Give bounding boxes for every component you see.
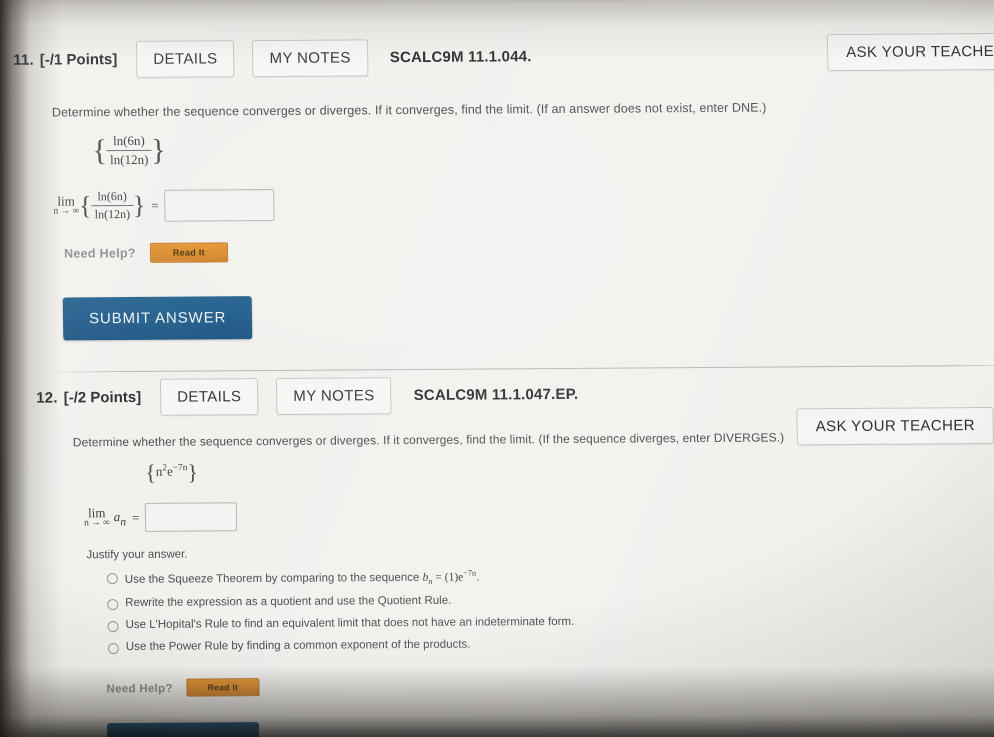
expression-e-exponent: −7n: [172, 463, 188, 474]
equals-sign: =: [151, 197, 159, 213]
screen-photo: 11. [-/1 Points] DETAILS MY NOTES SCALC9…: [0, 0, 994, 737]
need-help-label: Need Help?: [63, 246, 136, 261]
option-squeeze-theorem[interactable]: Use the Squeeze Theorem by comparing to …: [106, 568, 574, 588]
question-11-need-help-row: Need Help? Read It: [63, 242, 229, 263]
fraction: ln(6n) ln(12n): [106, 132, 152, 169]
question-11-details-button[interactable]: DETAILS: [136, 40, 235, 78]
question-12-ask-your-teacher-button[interactable]: ASK YOUR TEACHER: [796, 406, 994, 446]
radio-icon[interactable]: [106, 573, 118, 585]
question-12-answer-input[interactable]: [145, 502, 238, 532]
question-12-number: 12.: [36, 389, 58, 407]
screen-surface: 11. [-/1 Points] DETAILS MY NOTES SCALC9…: [0, 0, 994, 737]
question-block-12: 12. [-/2 Points] DETAILS MY NOTES SCALC9…: [6, 373, 994, 737]
option-lhopitals-rule[interactable]: Use L'Hopital's Rule to find an equivale…: [107, 616, 575, 633]
option-label: Rewrite the expression as a quotient and…: [125, 594, 452, 610]
assignment-card: 11. [-/1 Points] DETAILS MY NOTES SCALC9…: [0, 0, 994, 737]
question-11-ask-your-teacher-button[interactable]: ASK YOUR TEACHER: [826, 32, 994, 72]
fraction-numerator: ln(6n): [112, 132, 145, 149]
question-divider: [43, 364, 994, 373]
question-11-number: 11.: [13, 51, 34, 69]
option-label: Use the Squeeze Theorem by comparing to …: [124, 568, 480, 587]
left-brace: {: [78, 191, 92, 221]
question-12-points: [-/2 Points]: [63, 388, 142, 407]
fraction: ln(6n) ln(12n): [91, 189, 134, 223]
limit-variable: a: [113, 509, 121, 525]
radio-icon[interactable]: [107, 621, 119, 633]
question-11-expression: {ln(6n) ln(12n)}: [92, 133, 166, 169]
right-brace: }: [150, 133, 166, 167]
question-block-11: 11. [-/1 Points] DETAILS MY NOTES SCALC9…: [1, 32, 994, 373]
limit-subscript: n → ∞: [53, 206, 80, 217]
question-12-expression: {n2e−7n}: [145, 459, 199, 485]
radio-icon[interactable]: [107, 643, 119, 655]
question-11-submit-row: SUBMIT ANSWER: [62, 296, 253, 341]
option-label: Use the Power Rule by finding a common e…: [125, 638, 471, 654]
question-12-justify-label: Justify your answer.: [86, 548, 188, 562]
fraction-numerator: ln(6n): [97, 189, 127, 204]
option-power-rule[interactable]: Use the Power Rule by finding a common e…: [107, 638, 575, 655]
question-12-header: 12. [-/2 Points] DETAILS MY NOTES SCALC9…: [6, 373, 994, 446]
right-brace: }: [187, 459, 199, 485]
left-brace: {: [92, 134, 108, 168]
question-11-submit-answer-button[interactable]: SUBMIT ANSWER: [62, 296, 253, 341]
question-11-my-notes-button[interactable]: MY NOTES: [252, 39, 369, 78]
question-11-code: SCALC9M 11.1.044.: [389, 48, 532, 67]
fraction-denominator: ln(12n): [106, 149, 152, 169]
limit-subscript: n → ∞: [83, 518, 110, 529]
limit-operator: lim n → ∞: [83, 505, 110, 530]
question-12-options: Use the Squeeze Theorem by comparing to …: [106, 568, 575, 655]
question-11-answer-input[interactable]: [164, 188, 275, 222]
right-brace: }: [132, 190, 146, 220]
radio-icon[interactable]: [107, 599, 119, 611]
question-11-points: [-/1 Points]: [39, 51, 118, 69]
left-brace: {: [145, 459, 157, 485]
webassign-page: 11. [-/1 Points] DETAILS MY NOTES SCALC9…: [0, 0, 994, 737]
question-12-code: SCALC9M 11.1.047.EP.: [413, 385, 579, 405]
question-11-limit-row: lim n → ∞{ln(6n) ln(12n)} =: [53, 188, 275, 223]
fraction-denominator: ln(12n): [91, 204, 134, 223]
option-text-after: .: [476, 571, 480, 584]
question-11-prompt: Determine whether the sequence converges…: [51, 100, 767, 120]
option-quotient-rule[interactable]: Rewrite the expression as a quotient and…: [107, 594, 574, 611]
equals-sign: =: [131, 509, 140, 525]
read-it-button[interactable]: Read It: [186, 678, 260, 697]
question-12-prompt: Determine whether the sequence converges…: [72, 430, 785, 450]
limit-operator: lim n → ∞: [53, 193, 80, 218]
question-12-limit-row: lim n → ∞ an =: [84, 502, 238, 532]
question-11-header: 11. [-/1 Points] DETAILS MY NOTES SCALC9…: [1, 32, 994, 79]
read-it-button[interactable]: Read It: [149, 242, 229, 263]
option-math-eq: = (1)e: [432, 571, 464, 584]
option-math-sup: −7n: [463, 568, 477, 578]
question-12-need-help-row: Need Help? Read It: [106, 678, 260, 697]
question-12-submit-answer-button[interactable]: [107, 722, 260, 737]
need-help-label: Need Help?: [106, 682, 173, 696]
question-12-details-button[interactable]: DETAILS: [159, 378, 259, 416]
option-label: Use L'Hopital's Rule to find an equivale…: [125, 616, 575, 632]
question-12-my-notes-button[interactable]: MY NOTES: [276, 377, 392, 415]
